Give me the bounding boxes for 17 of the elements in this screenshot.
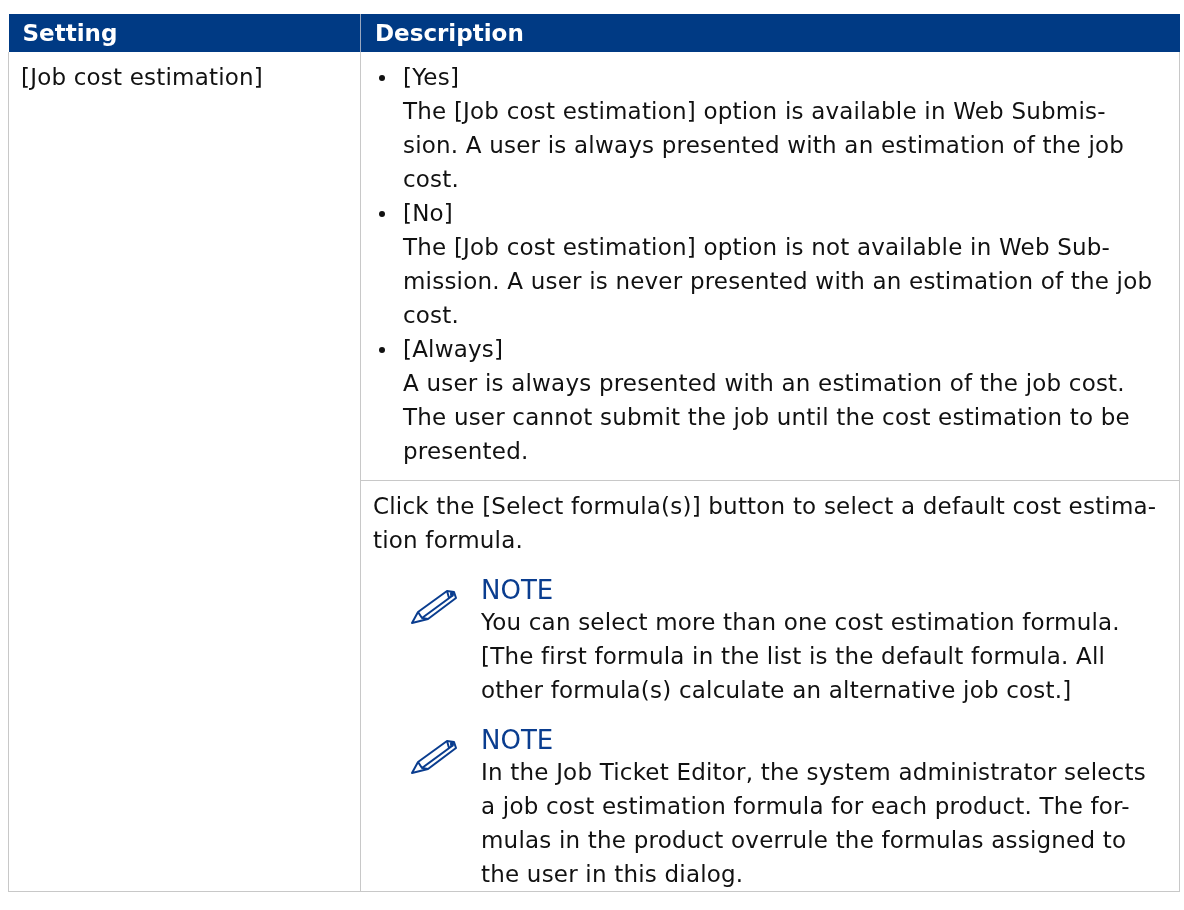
note-title: NOTE <box>481 575 555 605</box>
bullet-icon <box>379 347 385 353</box>
note-title: NOTE <box>481 725 555 755</box>
bullet-icon <box>379 75 385 81</box>
column-header: Description <box>360 14 1180 52</box>
option-label: [No] <box>403 199 455 228</box>
option-label: [Yes] <box>403 63 461 92</box>
option-description: The [Job cost estimation] option is not available in Web Sub- mission. A user is never presented with an estimation of the job cost. <box>403 233 1153 330</box>
note-text: You can select more than one cost estimation formula. [The first formula in the list is the default formula. All other formula(s) calculate an alternative job cost.] <box>481 608 1120 705</box>
option-description: A user is always presented with an estimation of the job cost. The user cannot submit the job until the cost estimation to be presented. <box>403 369 1130 466</box>
option-description: The [Job cost estimation] option is available in Web Submis- sion. A user is always presented with an estimation of the job cost. <box>403 97 1125 194</box>
column-header: Setting <box>8 14 361 52</box>
note-text: In the Job Ticket Editor, the system administrator selects a job cost estimation formula for each product. The for- mulas in the product overrule the formulas assigned to the user in this dialog. <box>481 758 1146 889</box>
bullet-icon <box>379 211 385 217</box>
description-text: Click the [Select formula(s)] button to select a default cost estima- tion formula. <box>373 492 1158 555</box>
setting-name: [Job cost estimation] <box>21 63 265 92</box>
option-label: [Always] <box>403 335 505 364</box>
